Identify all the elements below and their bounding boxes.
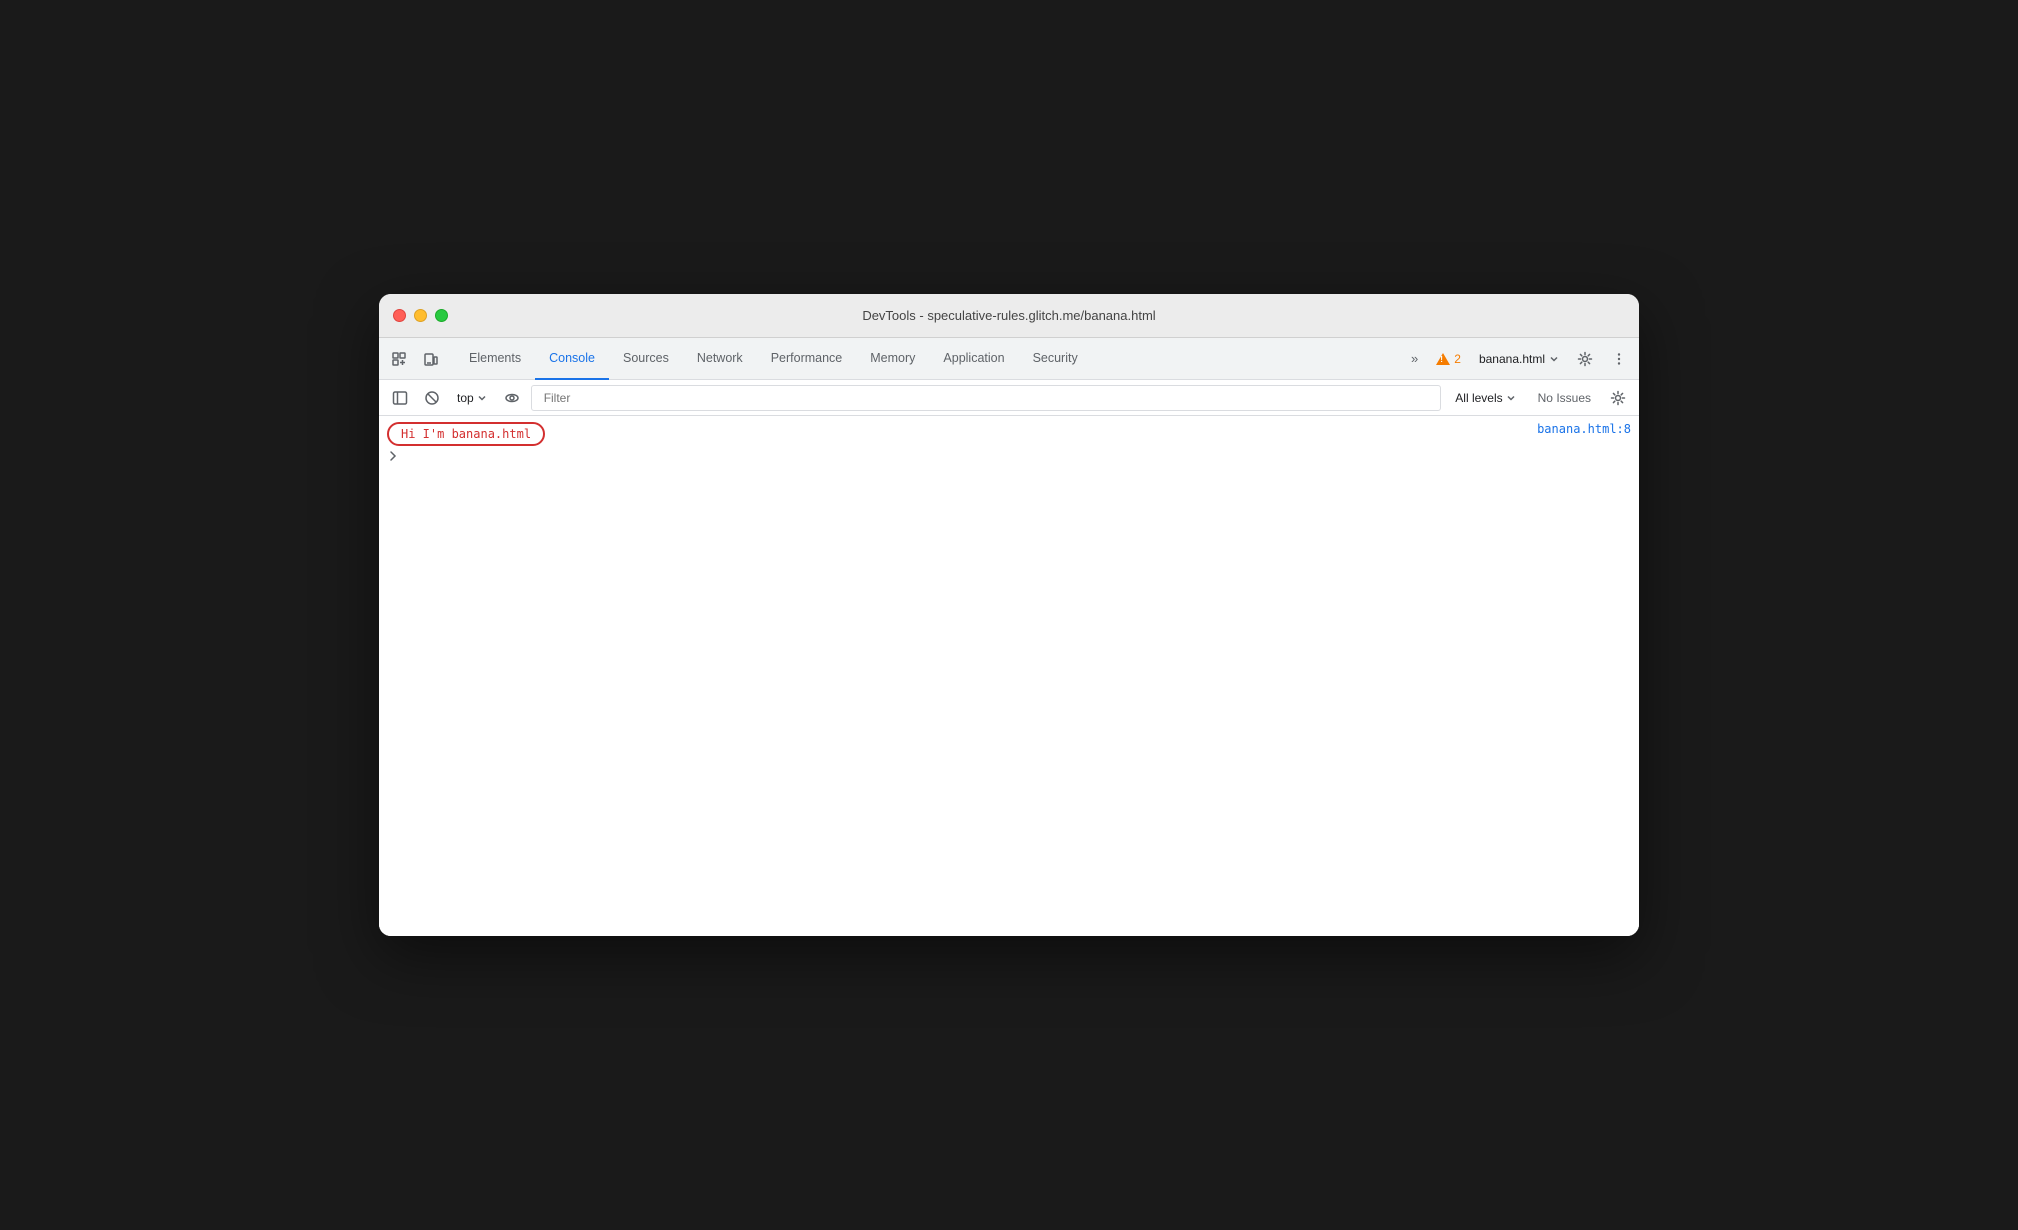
traffic-lights: [393, 309, 448, 322]
no-issues-button[interactable]: No Issues: [1530, 388, 1599, 408]
context-selector-button[interactable]: top: [451, 389, 493, 407]
tab-application[interactable]: Application: [929, 338, 1018, 380]
tab-network[interactable]: Network: [683, 338, 757, 380]
console-log-row: Hi I'm banana.html banana.html:8: [379, 420, 1639, 448]
tab-elements[interactable]: Elements: [455, 338, 535, 380]
devtools-window: DevTools - speculative-rules.glitch.me/b…: [379, 294, 1639, 936]
console-source-link[interactable]: banana.html:8: [1537, 422, 1631, 436]
levels-dropdown-icon: [1506, 393, 1516, 403]
console-log-text: Hi I'm banana.html: [387, 422, 545, 446]
minimize-button[interactable]: [414, 309, 427, 322]
clear-console-button[interactable]: [419, 385, 445, 411]
tab-memory[interactable]: Memory: [856, 338, 929, 380]
console-message: Hi I'm banana.html: [387, 422, 1537, 446]
console-sidebar-button[interactable]: [387, 385, 413, 411]
warning-badge[interactable]: 2: [1430, 350, 1467, 368]
clear-icon: [424, 390, 440, 406]
dropdown-chevron-icon: [1549, 354, 1559, 364]
gear-icon: [1577, 351, 1593, 367]
tab-sources[interactable]: Sources: [609, 338, 683, 380]
inspect-element-button[interactable]: [385, 345, 413, 373]
warning-icon: [1436, 353, 1450, 365]
devtools-container: Elements Console Sources Network Perform…: [379, 338, 1639, 936]
console-content: Hi I'm banana.html banana.html:8: [379, 416, 1639, 936]
kebab-icon: [1611, 351, 1627, 367]
file-selector-button[interactable]: banana.html: [1473, 350, 1565, 368]
tab-performance[interactable]: Performance: [757, 338, 857, 380]
tab-console[interactable]: Console: [535, 338, 609, 380]
tab-bar: Elements Console Sources Network Perform…: [379, 338, 1639, 380]
console-toolbar: top All levels: [379, 380, 1639, 416]
tab-security[interactable]: Security: [1019, 338, 1092, 380]
more-tabs-button[interactable]: »: [1405, 346, 1424, 372]
console-expand-button[interactable]: [387, 450, 399, 465]
tab-bar-right: » 2 banana.html: [1405, 345, 1633, 373]
tab-bar-left-icons: [385, 345, 445, 373]
settings-button[interactable]: [1571, 345, 1599, 373]
title-bar: DevTools - speculative-rules.glitch.me/b…: [379, 294, 1639, 338]
filter-wrapper: [531, 385, 1442, 411]
maximize-button[interactable]: [435, 309, 448, 322]
chevron-right-icon: [387, 450, 399, 462]
context-dropdown-icon: [477, 393, 487, 403]
console-gear-icon: [1610, 390, 1626, 406]
window-title: DevTools - speculative-rules.glitch.me/b…: [862, 308, 1155, 323]
close-button[interactable]: [393, 309, 406, 322]
show-context-button[interactable]: [499, 385, 525, 411]
filter-input[interactable]: [536, 386, 1437, 410]
console-expand-row: [379, 448, 1639, 467]
console-settings-button[interactable]: [1605, 385, 1631, 411]
kebab-menu-button[interactable]: [1605, 345, 1633, 373]
device-toolbar-button[interactable]: [417, 345, 445, 373]
sidebar-icon: [392, 390, 408, 406]
eye-icon: [504, 390, 520, 406]
log-levels-button[interactable]: All levels: [1447, 388, 1523, 408]
